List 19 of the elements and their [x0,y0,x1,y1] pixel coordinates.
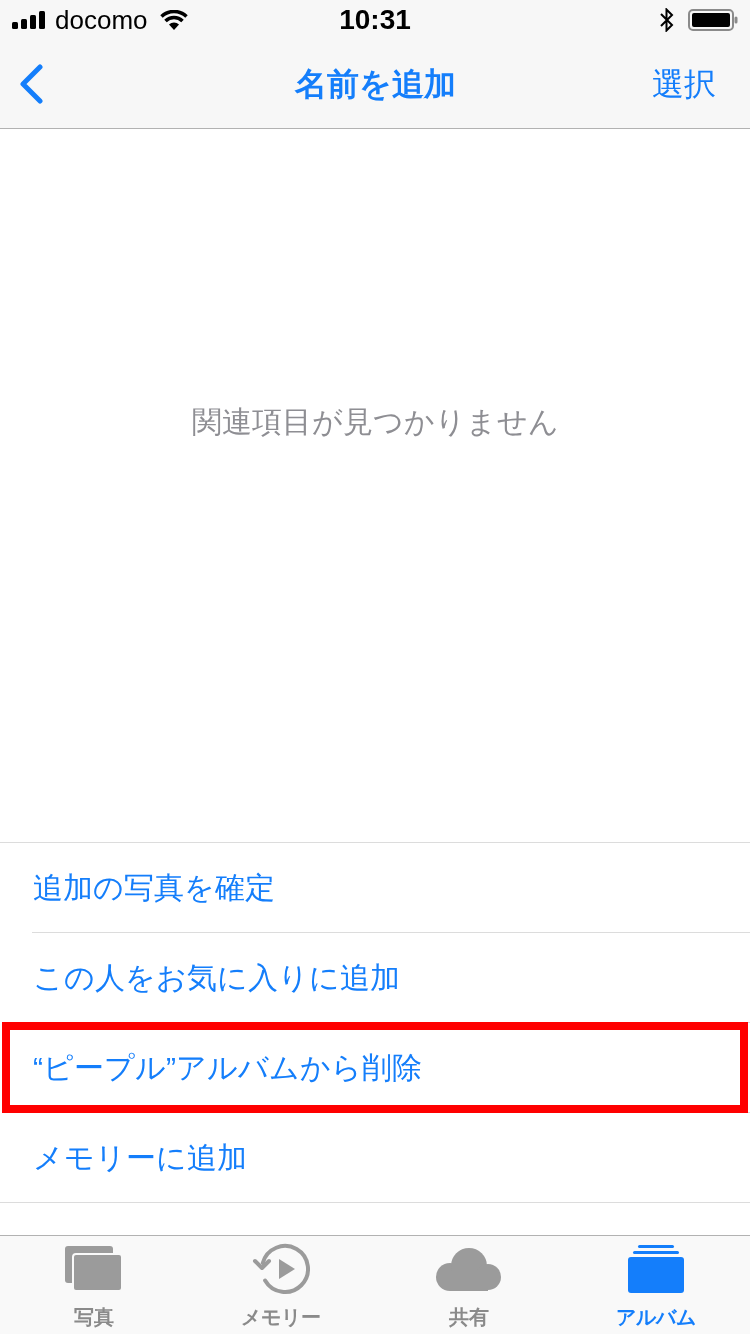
carrier-name: docomo [55,7,148,33]
select-button[interactable]: 選択 [652,60,716,108]
replay-circle-icon [251,1241,312,1297]
nav-title: 名前を追加 [294,65,456,104]
back-chevron-icon [18,64,44,104]
album-stack-icon [628,1245,685,1293]
photo-stack-icon [64,1246,123,1292]
tab-item[interactable]: アルバム [562,1236,750,1334]
cloud-icon [435,1247,502,1291]
bluetooth-icon [660,8,674,32]
action-item[interactable]: “ピープル”アルバムから削除 [2,1022,748,1113]
battery-icon [688,9,738,31]
wifi-icon [159,10,188,30]
tab-item[interactable]: 共有 [375,1236,563,1334]
tab-item[interactable]: メモリー [187,1236,375,1334]
tab-item[interactable]: 写真 [0,1236,188,1334]
empty-message: 関連項目が見つかりません [191,404,559,440]
signal-icon [12,11,46,29]
status-time: 10:31 [339,6,411,34]
